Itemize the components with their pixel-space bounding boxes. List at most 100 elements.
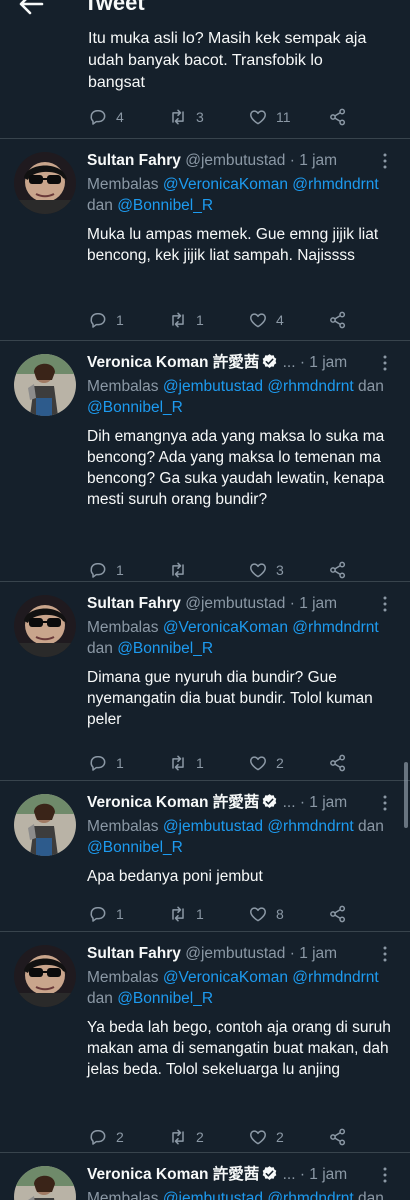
like-button[interactable]: 11 xyxy=(248,106,291,128)
reply-and: dan xyxy=(87,640,113,657)
reply-button[interactable]: 1 xyxy=(88,903,124,925)
timestamp[interactable]: 1 jam xyxy=(309,1166,347,1183)
more-vertical-icon[interactable] xyxy=(382,1167,388,1183)
mention-link[interactable]: @Bonnibel_R xyxy=(117,640,213,657)
display-name[interactable]: Veronica Koman 許愛茜 xyxy=(87,794,259,811)
share-button[interactable] xyxy=(328,559,348,581)
verified-badge-icon xyxy=(262,354,277,368)
reply-context: Membalas @VeronicaKoman @rhmdndrnt dan @… xyxy=(87,967,387,1009)
share-button[interactable] xyxy=(328,752,348,774)
avatar[interactable] xyxy=(14,794,76,856)
retweet-count: 2 xyxy=(196,1129,204,1145)
timestamp[interactable]: 1 jam xyxy=(299,595,337,612)
avatar[interactable] xyxy=(14,152,76,214)
mention-link[interactable]: @jembutustad xyxy=(163,1190,263,1200)
reply-button[interactable]: 1 xyxy=(88,309,124,331)
share-button[interactable] xyxy=(328,1126,348,1148)
mention-link[interactable]: @jembutustad xyxy=(163,378,263,395)
display-name[interactable]: Veronica Koman 許愛茜 xyxy=(87,1166,259,1183)
like-count: 2 xyxy=(276,1129,284,1145)
like-button[interactable]: 3 xyxy=(248,559,284,581)
mention-link[interactable]: @Bonnibel_R xyxy=(117,197,213,214)
more-vertical-icon[interactable] xyxy=(382,596,388,612)
retweet-button[interactable]: 1 xyxy=(168,752,204,774)
reply-context: Membalas @jembutustad @rhmdndrnt dan @Bo… xyxy=(87,1188,387,1200)
reply-label: Membalas xyxy=(87,1190,159,1200)
tweet-text: Dimana gue nyuruh dia bundir? Gue nyeman… xyxy=(87,669,373,728)
handle[interactable]: @jembutustad xyxy=(185,945,285,962)
like-button[interactable]: 2 xyxy=(248,1126,284,1148)
reply-button[interactable]: 4 xyxy=(88,106,124,128)
more-vertical-icon[interactable] xyxy=(382,355,388,371)
reply-and: dan xyxy=(358,378,384,395)
handle[interactable]: ... xyxy=(283,354,296,371)
handle[interactable]: ... xyxy=(283,794,296,811)
retweet-count: 3 xyxy=(196,109,204,125)
like-button[interactable]: 4 xyxy=(248,309,284,331)
share-icon xyxy=(330,1128,346,1146)
heart-icon xyxy=(250,756,266,771)
reply-button[interactable]: 2 xyxy=(88,1126,124,1148)
share-button[interactable] xyxy=(328,903,348,925)
mention-link[interactable]: @rhmdndrnt xyxy=(267,818,353,835)
reply-button[interactable]: 1 xyxy=(88,559,124,581)
mention-link[interactable]: @rhmdndrnt xyxy=(292,176,378,193)
like-button[interactable]: 8 xyxy=(248,903,284,925)
mention-link[interactable]: @Bonnibel_R xyxy=(87,839,183,856)
reply-count: 1 xyxy=(116,906,124,922)
share-button[interactable] xyxy=(328,106,348,128)
avatar[interactable] xyxy=(14,354,76,416)
tweet-header: Veronica Koman 許愛茜 ... · 1 jam xyxy=(87,353,347,373)
tweet-header: Sultan Fahry @jembutustad · 1 jam xyxy=(87,594,337,614)
retweet-count: 1 xyxy=(196,312,204,328)
mention-link[interactable]: @rhmdndrnt xyxy=(267,378,353,395)
retweet-button[interactable]: 2 xyxy=(168,1126,204,1148)
timestamp[interactable]: 1 jam xyxy=(309,354,347,371)
mention-link[interactable]: @Bonnibel_R xyxy=(87,399,183,416)
display-name[interactable]: Sultan Fahry xyxy=(87,945,181,962)
like-count: 11 xyxy=(276,109,291,125)
share-icon xyxy=(330,905,346,923)
avatar[interactable] xyxy=(14,1166,76,1200)
avatar[interactable] xyxy=(14,595,76,657)
mention-link[interactable]: @VeronicaKoman xyxy=(163,619,288,636)
retweet-button[interactable]: 1 xyxy=(168,309,204,331)
share-button[interactable] xyxy=(328,309,348,331)
retweet-icon xyxy=(172,562,184,578)
retweet-button[interactable] xyxy=(168,559,196,581)
display-name[interactable]: Sultan Fahry xyxy=(87,152,181,169)
timestamp[interactable]: 1 jam xyxy=(299,152,337,169)
more-vertical-icon[interactable] xyxy=(382,795,388,811)
display-name[interactable]: Sultan Fahry xyxy=(87,595,181,612)
mention-link[interactable]: @Bonnibel_R xyxy=(117,990,213,1007)
display-name[interactable]: Veronica Koman 許愛茜 xyxy=(87,354,259,371)
separator: · xyxy=(299,1166,305,1183)
tweet-actions: 1 1 4 xyxy=(88,309,358,331)
mention-link[interactable]: @rhmdndrnt xyxy=(292,969,378,986)
share-icon xyxy=(330,108,346,126)
arrow-left-icon[interactable] xyxy=(18,0,44,16)
timestamp[interactable]: 1 jam xyxy=(299,945,337,962)
handle[interactable]: @jembutustad xyxy=(185,152,285,169)
mention-link[interactable]: @VeronicaKoman xyxy=(163,969,288,986)
mention-link[interactable]: @rhmdndrnt xyxy=(292,619,378,636)
reply-label: Membalas xyxy=(87,969,159,986)
avatar[interactable] xyxy=(14,945,76,1007)
tweet-text: Muka lu ampas memek. Gue emng jijik liat… xyxy=(87,226,379,264)
reply-and: dan xyxy=(358,1190,384,1200)
mention-link[interactable]: @rhmdndrnt xyxy=(267,1190,353,1200)
more-vertical-icon[interactable] xyxy=(382,153,388,169)
handle[interactable]: @jembutustad xyxy=(185,595,285,612)
retweet-button[interactable]: 1 xyxy=(168,903,204,925)
like-button[interactable]: 2 xyxy=(248,752,284,774)
mention-link[interactable]: @jembutustad xyxy=(163,818,263,835)
mention-link[interactable]: @VeronicaKoman xyxy=(163,176,288,193)
tweet-text: Itu muka asli lo? Masih kek sempak aja u… xyxy=(88,30,367,91)
handle[interactable]: ... xyxy=(283,1166,296,1183)
retweet-button[interactable]: 3 xyxy=(168,106,204,128)
separator: · xyxy=(299,354,305,371)
scrollbar[interactable] xyxy=(404,762,408,828)
more-vertical-icon[interactable] xyxy=(382,946,388,962)
reply-button[interactable]: 1 xyxy=(88,752,124,774)
timestamp[interactable]: 1 jam xyxy=(309,794,347,811)
